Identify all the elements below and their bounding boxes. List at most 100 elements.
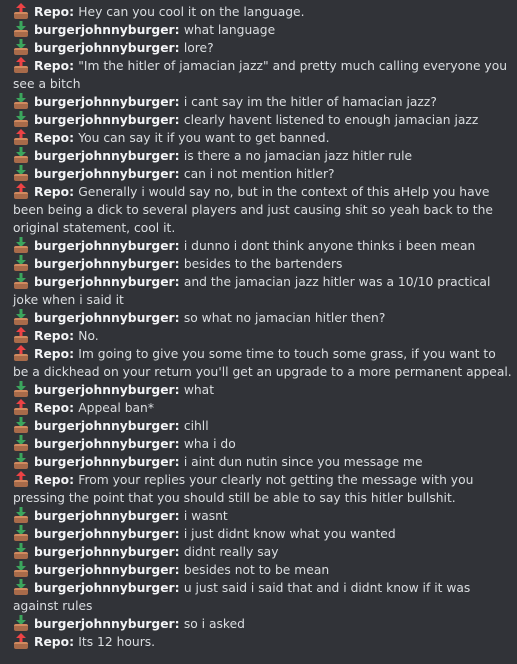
player-message: burgerjohnnyburger: cihll xyxy=(13,417,513,435)
admin-message: Repo: From your replies your clearly not… xyxy=(13,471,474,505)
message-text: lore? xyxy=(183,41,214,55)
message-author: burgerjohnnyburger xyxy=(34,581,175,595)
message-text: is there a no jamacian jazz hitler rule xyxy=(183,149,413,163)
player-message: burgerjohnnyburger: what language xyxy=(13,21,513,39)
message-author: Repo xyxy=(34,185,70,199)
inbox-icon xyxy=(13,507,29,523)
inbox-icon xyxy=(13,453,29,469)
message-text: wha i do xyxy=(183,437,236,451)
admin-message: Repo: You can say it if you want to get … xyxy=(13,129,513,147)
player-message: burgerjohnnyburger: besides not to be me… xyxy=(13,561,513,579)
message-author: burgerjohnnyburger xyxy=(34,527,175,541)
player-message: burgerjohnnyburger: is there a no jamaci… xyxy=(13,147,513,165)
inbox-icon xyxy=(13,309,29,325)
message-author: Repo xyxy=(34,5,70,19)
ahelp-message-log: Repo: Hey can you cool it on the languag… xyxy=(0,0,517,651)
message-author: burgerjohnnyburger xyxy=(34,275,175,289)
outbox-icon xyxy=(13,57,29,73)
message-text: so what no jamacian hitler then? xyxy=(183,311,386,325)
message-text: besides to the bartenders xyxy=(183,257,343,271)
message-author: Repo xyxy=(34,635,70,649)
message-author: Repo xyxy=(34,59,70,73)
player-message: burgerjohnnyburger: so what no jamacian … xyxy=(13,309,513,327)
message-text: what language xyxy=(183,23,276,37)
message-author: burgerjohnnyburger xyxy=(34,311,175,325)
inbox-icon xyxy=(13,417,29,433)
message-author: burgerjohnnyburger xyxy=(34,455,175,469)
message-text: clearly havent listened to enough jamaci… xyxy=(183,113,479,127)
message-text: From your replies your clearly not getti… xyxy=(13,473,474,505)
message-text: Hey can you cool it on the language. xyxy=(78,5,305,19)
outbox-icon xyxy=(13,399,29,415)
message-text: Its 12 hours. xyxy=(78,635,156,649)
inbox-icon xyxy=(13,21,29,37)
message-author: Repo xyxy=(34,347,70,361)
message-text: cihll xyxy=(183,419,209,433)
player-message: burgerjohnnyburger: i cant say im the hi… xyxy=(13,93,513,111)
player-message: burgerjohnnyburger: i just didnt know wh… xyxy=(13,525,513,543)
player-message: burgerjohnnyburger: u just said i said t… xyxy=(13,579,471,613)
outbox-icon xyxy=(13,471,29,487)
player-message: burgerjohnnyburger: what xyxy=(13,381,513,399)
message-text: can i not mention hitler? xyxy=(183,167,335,181)
player-message: burgerjohnnyburger: lore? xyxy=(13,39,513,57)
message-text: didnt really say xyxy=(183,545,279,559)
inbox-icon xyxy=(13,561,29,577)
message-author: burgerjohnnyburger xyxy=(34,95,175,109)
inbox-icon xyxy=(13,579,29,595)
player-message: burgerjohnnyburger: wha i do xyxy=(13,435,513,453)
inbox-icon xyxy=(13,615,29,631)
player-message: burgerjohnnyburger: i aint dun nutin sin… xyxy=(13,453,513,471)
message-text: besides not to be mean xyxy=(183,563,330,577)
message-author: burgerjohnnyburger xyxy=(34,545,175,559)
message-text: "Im the hitler of jamacian jazz" and pre… xyxy=(13,59,508,91)
message-text: i cant say im the hitler of hamacian jaz… xyxy=(183,95,437,109)
inbox-icon xyxy=(13,273,29,289)
player-message: burgerjohnnyburger: can i not mention hi… xyxy=(13,165,513,183)
message-author: burgerjohnnyburger xyxy=(34,113,175,127)
outbox-icon xyxy=(13,129,29,145)
player-message: burgerjohnnyburger: besides to the barte… xyxy=(13,255,513,273)
message-text: Generally i would say no, but in the con… xyxy=(13,185,493,235)
message-text: so i asked xyxy=(183,617,245,631)
player-message: burgerjohnnyburger: so i asked xyxy=(13,615,513,633)
outbox-icon xyxy=(13,3,29,19)
message-author: burgerjohnnyburger xyxy=(34,563,175,577)
inbox-icon xyxy=(13,237,29,253)
message-author: Repo xyxy=(34,131,70,145)
message-text: Appeal ban* xyxy=(78,401,154,415)
inbox-icon xyxy=(13,147,29,163)
inbox-icon xyxy=(13,255,29,271)
message-text: i just didnt know what you wanted xyxy=(183,527,396,541)
message-author: burgerjohnnyburger xyxy=(34,383,175,397)
message-author: burgerjohnnyburger xyxy=(34,509,175,523)
admin-message: Repo: Im going to give you some time to … xyxy=(13,345,512,379)
message-text: what xyxy=(183,383,215,397)
player-message: burgerjohnnyburger: didnt really say xyxy=(13,543,513,561)
message-author: Repo xyxy=(34,329,70,343)
admin-message: Repo: "Im the hitler of jamacian jazz" a… xyxy=(13,57,508,91)
message-author: burgerjohnnyburger xyxy=(34,41,175,55)
message-text: i wasnt xyxy=(183,509,228,523)
admin-message: Repo: Hey can you cool it on the languag… xyxy=(13,3,513,21)
outbox-icon xyxy=(13,633,29,649)
admin-message: Repo: Generally i would say no, but in t… xyxy=(13,183,493,235)
outbox-icon xyxy=(13,327,29,343)
admin-message: Repo: No. xyxy=(13,327,513,345)
message-text: No. xyxy=(78,329,99,343)
inbox-icon xyxy=(13,165,29,181)
inbox-icon xyxy=(13,39,29,55)
player-message: burgerjohnnyburger: clearly havent liste… xyxy=(13,111,513,129)
inbox-icon xyxy=(13,543,29,559)
inbox-icon xyxy=(13,111,29,127)
outbox-icon xyxy=(13,183,29,199)
admin-message: Repo: Its 12 hours. xyxy=(13,633,513,651)
inbox-icon xyxy=(13,381,29,397)
message-text: i aint dun nutin since you message me xyxy=(183,455,423,469)
message-author: Repo xyxy=(34,401,70,415)
message-text: Im going to give you some time to touch … xyxy=(13,347,512,379)
message-author: burgerjohnnyburger xyxy=(34,419,175,433)
message-author: burgerjohnnyburger xyxy=(34,437,175,451)
message-author: burgerjohnnyburger xyxy=(34,167,175,181)
message-author: burgerjohnnyburger xyxy=(34,257,175,271)
